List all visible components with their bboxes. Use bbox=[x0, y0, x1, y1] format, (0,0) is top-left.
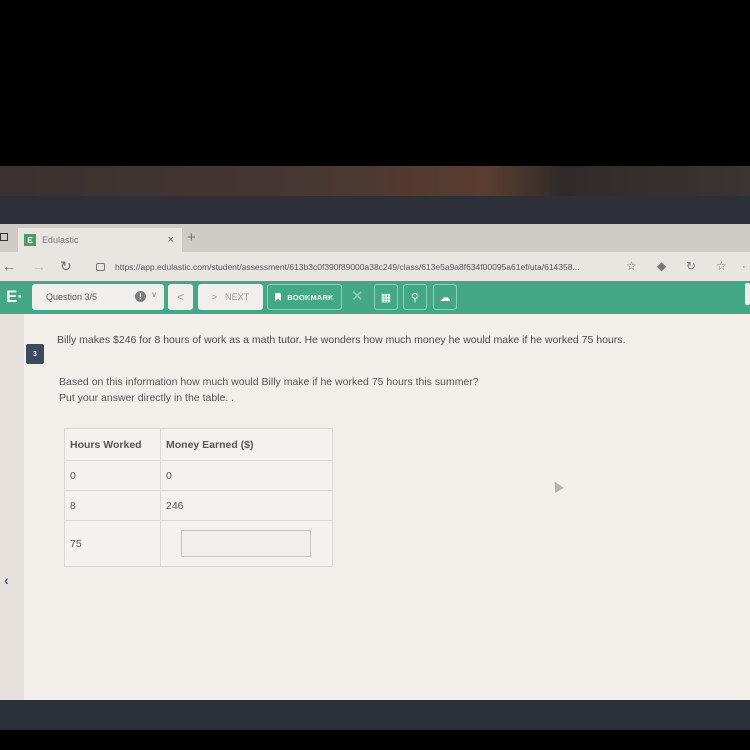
question-select-label: Question 3/5 bbox=[46, 292, 98, 302]
lock-icon bbox=[96, 263, 105, 271]
table-row: 0 0 bbox=[64, 460, 333, 491]
question-prompt: Based on this information how much would… bbox=[59, 374, 479, 406]
prompt-line-1: Based on this information how much would… bbox=[59, 376, 479, 388]
question-select[interactable]: Question 3/5 ! ∨ bbox=[32, 284, 164, 310]
favorites-icon[interactable]: ☆ bbox=[716, 259, 727, 273]
extensions-icon[interactable]: ◆ bbox=[657, 259, 666, 273]
table-row: 8 246 bbox=[64, 490, 333, 521]
bookmark-icon bbox=[275, 293, 282, 301]
sync-icon[interactable]: ↻ bbox=[686, 259, 696, 273]
column-header: Money Earned ($) bbox=[160, 428, 333, 461]
url-text: https://app.edulastic.com/student/assess… bbox=[115, 262, 580, 272]
calculator-button[interactable]: ▦ bbox=[374, 284, 398, 310]
close-tab-icon[interactable]: × bbox=[168, 234, 174, 246]
table-header-row: Hours Worked Money Earned ($) bbox=[64, 428, 333, 461]
forward-icon[interactable]: → bbox=[32, 258, 46, 274]
table-cell: 75 bbox=[64, 520, 161, 567]
next-label: NEXT bbox=[225, 292, 250, 302]
cloud-upload-icon: ☁ bbox=[439, 291, 451, 304]
upload-button[interactable]: ☁ bbox=[433, 284, 457, 310]
back-icon[interactable]: ← bbox=[2, 258, 16, 274]
new-tab-icon[interactable]: + bbox=[187, 229, 196, 246]
next-button[interactable]: > NEXT bbox=[198, 284, 263, 310]
question-number-badge: 3 bbox=[26, 344, 44, 364]
table-row: 75 bbox=[64, 520, 333, 567]
previous-button[interactable]: < bbox=[168, 284, 193, 310]
background-wall bbox=[0, 166, 750, 196]
crossout-icon[interactable]: ✕ bbox=[351, 287, 364, 305]
table-cell: 0 bbox=[160, 460, 333, 491]
url-field[interactable]: https://app.edulastic.com/student/assess… bbox=[92, 257, 618, 277]
monitor-bezel-bottom bbox=[0, 700, 750, 730]
magnifier-icon: ⚲ bbox=[410, 291, 420, 304]
edulastic-logo: E· bbox=[6, 287, 23, 306]
refresh-icon[interactable]: ↻ bbox=[60, 258, 72, 275]
photo-stage: E Edulastic × + ← → ↻ https://app.edulas… bbox=[0, 0, 750, 750]
zoom-button[interactable]: ⚲ bbox=[403, 284, 427, 310]
table-cell: 246 bbox=[160, 490, 333, 521]
answer-input[interactable] bbox=[181, 530, 311, 557]
address-bar-row: ← → ↻ https://app.edulastic.com/student/… bbox=[0, 252, 750, 282]
answer-table: Hours Worked Money Earned ($) 0 0 8 246 … bbox=[64, 428, 333, 567]
calculator-icon: ▦ bbox=[380, 291, 392, 304]
toolbar-right-button[interactable] bbox=[745, 283, 750, 305]
left-gutter: ‹ bbox=[0, 314, 24, 700]
window-menu-icon[interactable] bbox=[0, 233, 8, 241]
chevron-left-icon: < bbox=[176, 290, 184, 304]
tab-bar: E Edulastic × + bbox=[0, 224, 750, 252]
browser-tab[interactable]: E Edulastic × bbox=[18, 228, 182, 252]
monitor-bezel-top bbox=[0, 196, 750, 226]
prompt-line-2: Put your answer directly in the table. . bbox=[59, 392, 235, 404]
info-icon: ! bbox=[135, 291, 146, 302]
question-stem: Billy makes $246 for 8 hours of work as … bbox=[57, 334, 626, 346]
collapse-chevron-left-icon[interactable]: ‹ bbox=[4, 572, 9, 588]
table-cell: 8 bbox=[64, 490, 161, 521]
chevron-down-icon: ∨ bbox=[151, 290, 157, 299]
bookmark-label: BOOKMARK bbox=[287, 292, 334, 302]
table-cell: 0 bbox=[64, 460, 161, 491]
reading-view-icon[interactable]: ☆ bbox=[626, 259, 637, 273]
column-header: Hours Worked bbox=[64, 428, 161, 461]
assessment-toolbar: E· Question 3/5 ! ∨ < > NEXT BOOKMARK ✕ … bbox=[0, 281, 750, 314]
bookmark-button[interactable]: BOOKMARK bbox=[267, 284, 342, 310]
more-icon[interactable]: · bbox=[742, 259, 746, 273]
browser-window: E Edulastic × + ← → ↻ https://app.edulas… bbox=[0, 224, 750, 704]
answer-cell bbox=[160, 520, 333, 567]
edulastic-favicon-icon: E bbox=[24, 234, 36, 246]
chevron-right-icon: > bbox=[211, 292, 218, 302]
tab-title: Edulastic bbox=[42, 235, 79, 245]
